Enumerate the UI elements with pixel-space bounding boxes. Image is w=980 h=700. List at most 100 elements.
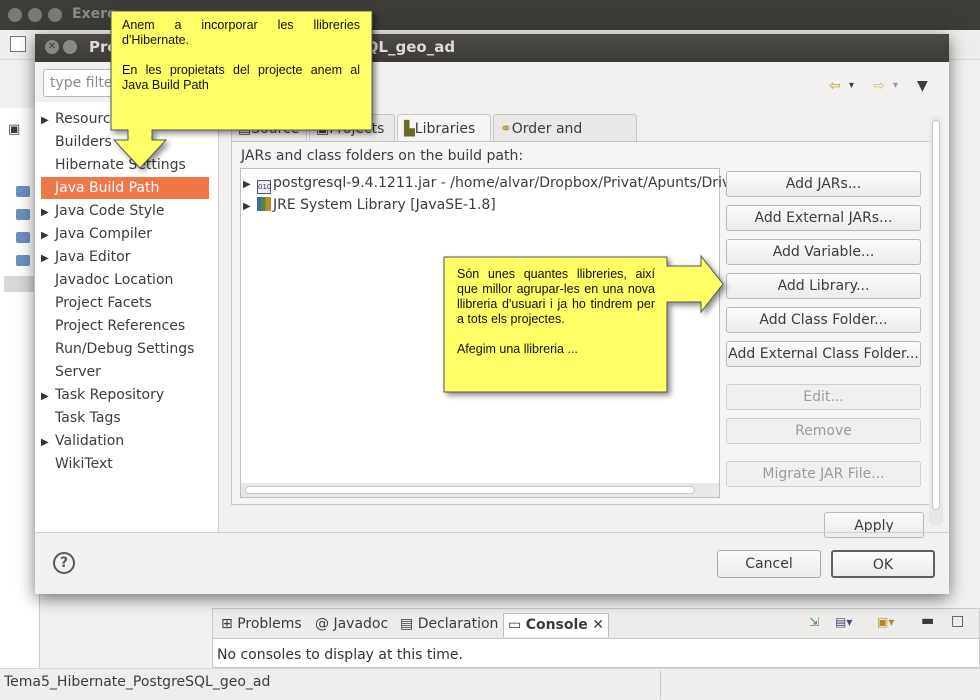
expand-arrow-icon[interactable]: ▶ <box>243 174 257 196</box>
expand-arrow-icon[interactable]: ▶ <box>41 225 55 247</box>
nav-item[interactable]: ▶ Java Editor <box>41 246 209 268</box>
vertical-scrollbar[interactable] <box>929 116 943 526</box>
add-class-folder-button[interactable]: Add Class Folder... <box>726 307 921 333</box>
package-explorer-panel: ▣ <box>0 108 40 668</box>
nav-item[interactable]: ▶ Java Code Style <box>41 200 209 222</box>
jar-icon: 010 <box>257 180 271 194</box>
tree-item-jre-library[interactable]: ▶ JRE System Library [JavaSE-1.8] <box>243 194 496 216</box>
nav-item-label: Java Compiler <box>55 226 153 242</box>
nav-item[interactable]: WikiText <box>41 453 209 475</box>
remove-button[interactable]: Remove <box>726 418 921 444</box>
tab-libraries[interactable]: ▙Libraries <box>397 114 491 143</box>
nav-item-label: Project Facets <box>55 295 152 311</box>
tab-order-export[interactable]: ⚭Order and Export <box>493 114 637 165</box>
add-external-class-folder-button[interactable]: Add External Class Folder... <box>726 341 921 367</box>
console-panel: ⊞ Problems @ Javadoc ▤ Declaration ▭ Con… <box>212 608 980 668</box>
tab-javadoc[interactable]: @ Javadoc <box>311 613 392 637</box>
status-text: Tema5_Hibernate_PostgreSQL_geo_ad <box>4 674 271 690</box>
forward-arrow-icon[interactable]: ⇨ <box>873 78 885 94</box>
nav-item-label: Validation <box>55 433 125 449</box>
nav-item[interactable]: Project Facets <box>41 292 209 314</box>
open-console-icon[interactable]: ▣▾ <box>877 615 894 629</box>
help-icon[interactable]: ? <box>53 552 75 574</box>
tab-label: Problems <box>237 616 302 632</box>
selected-project-row[interactable] <box>4 276 34 292</box>
tab-label: Console <box>525 617 588 633</box>
tab-console[interactable]: ▭ Console ✕ <box>503 613 609 637</box>
folder-icon[interactable] <box>16 209 30 220</box>
nav-item-label: Run/Debug Settings <box>55 341 195 357</box>
horizontal-scrollbar[interactable] <box>241 483 719 497</box>
nav-item-label: Task Repository <box>55 387 165 403</box>
expand-arrow-icon[interactable]: ▶ <box>41 386 55 408</box>
add-variable-button[interactable]: Add Variable... <box>726 239 921 265</box>
display-console-icon[interactable]: ▤▾ <box>835 615 852 629</box>
outer-window-title: Exerc <box>72 6 116 22</box>
nav-item-label: Task Tags <box>55 410 121 426</box>
status-bar: Tema5_Hibernate_PostgreSQL_geo_ad <box>0 668 980 700</box>
nav-item-label: Java Code Style <box>55 203 165 219</box>
expand-arrow-icon[interactable]: ▶ <box>243 196 257 218</box>
maximize-icon[interactable] <box>48 8 62 22</box>
tree-item-label: JRE System Library [JavaSE-1.8] <box>273 197 496 213</box>
nav-item[interactable]: ▶ Java Compiler <box>41 223 209 245</box>
view-menu-icon[interactable]: ▼ <box>917 78 928 94</box>
cancel-button[interactable]: Cancel <box>717 550 821 578</box>
nav-item-label: Javadoc Location <box>55 272 174 288</box>
expand-arrow-icon[interactable]: ▶ <box>41 432 55 454</box>
nav-item[interactable]: Run/Debug Settings <box>41 338 209 360</box>
console-message: No consoles to display at this time. <box>217 647 463 663</box>
callout-text: Afegim una llibreria ... <box>457 342 578 356</box>
status-divider <box>660 671 661 699</box>
nav-item-label: Server <box>55 364 101 380</box>
close-icon[interactable] <box>8 8 22 22</box>
tab-label: Libraries <box>414 121 476 137</box>
callout-text: Són unes quantes llibreries, així que mi… <box>457 267 655 326</box>
declaration-icon: ▤ <box>400 616 414 632</box>
tab-label: Declaration <box>417 616 499 632</box>
scrollbar-thumb[interactable] <box>932 120 940 510</box>
console-icon: ▭ <box>508 617 522 633</box>
folder-icon[interactable] <box>16 186 30 197</box>
expand-arrow-icon[interactable]: ▶ <box>41 248 55 270</box>
tree-item-label: postgresql-9.4.1211.jar - /home/alvar/Dr… <box>273 175 739 191</box>
maximize-view-icon[interactable]: □ <box>951 613 964 629</box>
folder-icon[interactable] <box>16 255 30 266</box>
nav-item[interactable]: Task Tags <box>41 407 209 429</box>
callout-text: Anem a incorporar les llibreries d'Hiber… <box>122 18 360 47</box>
add-jars-button[interactable]: Add JARs... <box>726 171 921 197</box>
close-tab-icon[interactable]: ✕ <box>592 617 604 633</box>
minimize-icon[interactable] <box>28 8 42 22</box>
add-library-button[interactable]: Add Library... <box>726 273 921 299</box>
expand-arrow-icon[interactable]: ▶ <box>41 110 55 132</box>
migrate-jar-file-button[interactable]: Migrate JAR File... <box>726 461 921 487</box>
nav-item-label: Builders <box>55 134 112 150</box>
new-icon[interactable] <box>10 36 26 52</box>
apply-button[interactable]: Apply <box>824 512 924 538</box>
nav-item[interactable]: Project References <box>41 315 209 337</box>
chevron-down-icon[interactable]: ▾ <box>849 80 854 91</box>
tree-item-postgresql-jar[interactable]: ▶ 010 postgresql-9.4.1211.jar - /home/alva… <box>243 172 739 194</box>
at-icon: @ <box>315 616 329 632</box>
tab-declaration[interactable]: ▤ Declaration <box>396 613 502 637</box>
nav-item[interactable]: ▶ Task Repository <box>41 384 209 406</box>
nav-item-label: Java Editor <box>55 249 131 265</box>
minimize-view-icon[interactable]: ▬ <box>921 613 934 629</box>
folder-icon[interactable] <box>16 232 30 243</box>
maximize-icon[interactable] <box>63 40 77 54</box>
add-external-jars-button[interactable]: Add External JARs... <box>726 205 921 231</box>
ok-button[interactable]: OK <box>831 550 935 578</box>
pin-icon[interactable]: ⇲ <box>809 615 819 629</box>
expand-arrow-icon[interactable]: ▶ <box>41 202 55 224</box>
nav-item[interactable]: Java Build Path <box>41 177 209 199</box>
edit-button[interactable]: Edit... <box>726 384 921 410</box>
history-nav: ⇦ ▾ ⇨ ▾ ▼ <box>829 78 939 100</box>
nav-item[interactable]: Javadoc Location <box>41 269 209 291</box>
nav-item[interactable]: ▶ Validation <box>41 430 209 452</box>
tab-problems[interactable]: ⊞ Problems <box>217 613 306 637</box>
nav-item[interactable]: Server <box>41 361 209 383</box>
back-arrow-icon[interactable]: ⇦ <box>829 78 841 94</box>
scrollbar-thumb[interactable] <box>245 486 695 494</box>
close-icon[interactable]: ✕ <box>45 40 59 54</box>
chevron-down-icon[interactable]: ▾ <box>893 80 898 91</box>
